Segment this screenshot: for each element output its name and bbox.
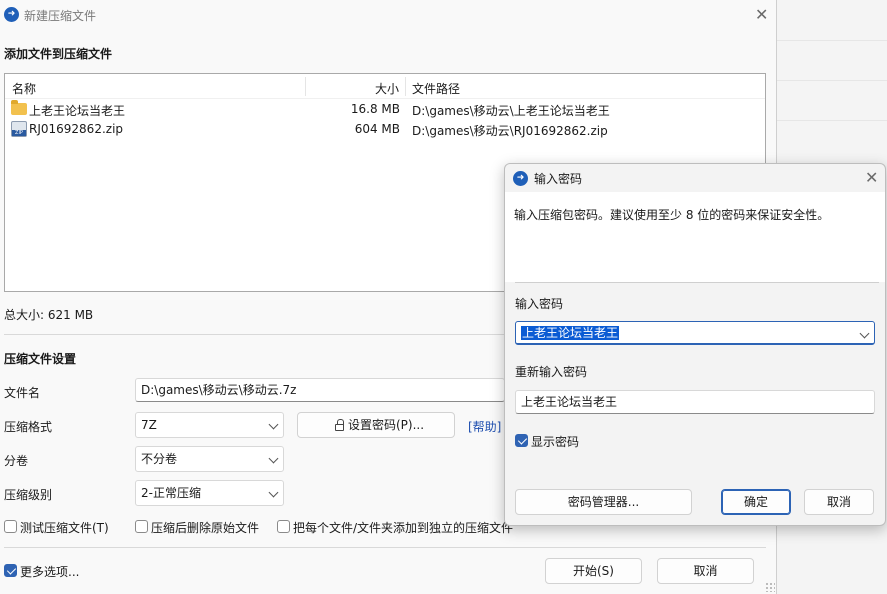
delete-after-label: 压缩后删除原始文件 — [151, 521, 260, 535]
start-button[interactable]: 开始(S) — [545, 558, 642, 584]
test-archive-checkbox[interactable] — [4, 520, 17, 533]
total-size: 总大小: 621 MB — [4, 308, 94, 322]
reenter-password-label: 重新输入密码 — [515, 365, 588, 379]
more-options-label[interactable]: 更多选项... — [20, 563, 79, 580]
set-password-button[interactable]: 设置密码(P)... — [297, 412, 455, 438]
divider — [4, 547, 766, 548]
cancel-button[interactable]: 取消 — [657, 558, 754, 584]
level-value: 2-正常压缩 — [141, 486, 201, 500]
filename-input[interactable]: D:\games\移动云\移动云.7z — [135, 378, 505, 402]
archive-settings-heading: 压缩文件设置 — [4, 352, 77, 366]
file-list-header: 名称 大小 文件路径 — [5, 74, 765, 99]
close-icon[interactable]: ✕ — [865, 170, 878, 186]
divider — [515, 282, 879, 283]
password-dialog-title: 输入密码 — [534, 172, 583, 186]
file-path: D:\games\移动云\RJ01692862.zip — [412, 124, 608, 138]
zip-icon: ZIP — [11, 121, 27, 137]
more-options-checkbox[interactable] — [4, 564, 17, 577]
format-value: 7Z — [141, 418, 157, 432]
password-manager-button[interactable]: 密码管理器... — [515, 489, 692, 515]
background-divider — [776, 80, 887, 81]
password-value: 上老王论坛当老王 — [521, 326, 620, 340]
resize-grip-icon[interactable] — [765, 582, 775, 592]
close-icon[interactable]: ✕ — [755, 7, 768, 23]
app-logo-icon: ➜ — [4, 7, 19, 22]
chevron-down-icon — [268, 453, 279, 464]
level-select[interactable]: 2-正常压缩 — [135, 480, 284, 506]
password-description: 输入压缩包密码。建议使用至少 8 位的密码来保证安全性。 — [514, 208, 830, 222]
column-header-size[interactable]: 大小 — [375, 80, 399, 97]
show-password-label: 显示密码 — [531, 435, 580, 449]
file-size: 604 MB — [354, 122, 400, 136]
column-divider[interactable] — [305, 77, 306, 96]
show-password-checkbox[interactable] — [515, 434, 528, 447]
ok-button[interactable]: 确定 — [721, 489, 791, 515]
split-value: 不分卷 — [141, 452, 178, 466]
column-header-path[interactable]: 文件路径 — [412, 80, 460, 97]
window-title: 新建压缩文件 — [24, 9, 97, 23]
file-row[interactable]: 上老王论坛当老王 16.8 MB D:\games\移动云\上老王论坛当老王 — [5, 100, 765, 120]
background-divider — [776, 120, 887, 121]
format-label: 压缩格式 — [4, 420, 53, 434]
help-link[interactable]: [帮助] — [468, 418, 501, 435]
test-archive-label: 测试压缩文件(T) — [20, 521, 109, 535]
password-input[interactable]: 上老王论坛当老王 — [515, 321, 875, 345]
reenter-password-input[interactable]: 上老王论坛当老王 — [515, 390, 875, 414]
add-files-heading: 添加文件到压缩文件 — [4, 47, 113, 61]
file-path: D:\games\移动云\上老王论坛当老王 — [412, 104, 610, 118]
file-name: 上老王论坛当老王 — [29, 104, 126, 118]
file-size: 16.8 MB — [350, 102, 400, 116]
description-panel: 输入压缩包密码。建议使用至少 8 位的密码来保证安全性。 — [505, 192, 885, 282]
filename-label: 文件名 — [4, 386, 41, 400]
column-divider[interactable] — [405, 77, 406, 96]
separate-archives-checkbox[interactable] — [277, 520, 290, 533]
chevron-down-icon[interactable] — [859, 328, 870, 339]
level-label: 压缩级别 — [4, 488, 53, 502]
format-select[interactable]: 7Z — [135, 412, 284, 438]
file-row[interactable]: ZIP RJ01692862.zip 604 MB D:\games\移动云\R… — [5, 120, 765, 140]
chevron-down-icon — [268, 419, 279, 430]
password-label: 输入密码 — [515, 297, 564, 311]
cancel-button[interactable]: 取消 — [804, 489, 874, 515]
column-header-name[interactable]: 名称 — [12, 80, 36, 97]
split-label: 分卷 — [4, 454, 29, 468]
file-name: RJ01692862.zip — [29, 122, 124, 136]
folder-icon — [11, 100, 27, 115]
background-divider — [776, 40, 887, 41]
app-logo-icon: ➜ — [513, 171, 528, 186]
separate-archives-label: 把每个文件/文件夹添加到独立的压缩文件 — [293, 521, 514, 535]
title-bar: ➜ 新建压缩文件 ✕ — [0, 0, 776, 30]
split-select[interactable]: 不分卷 — [135, 446, 284, 472]
lock-icon — [335, 419, 344, 431]
delete-after-checkbox[interactable] — [135, 520, 148, 533]
password-dialog: ➜ 输入密码 ✕ 输入压缩包密码。建议使用至少 8 位的密码来保证安全性。 输入… — [504, 163, 886, 526]
chevron-down-icon — [268, 487, 279, 498]
